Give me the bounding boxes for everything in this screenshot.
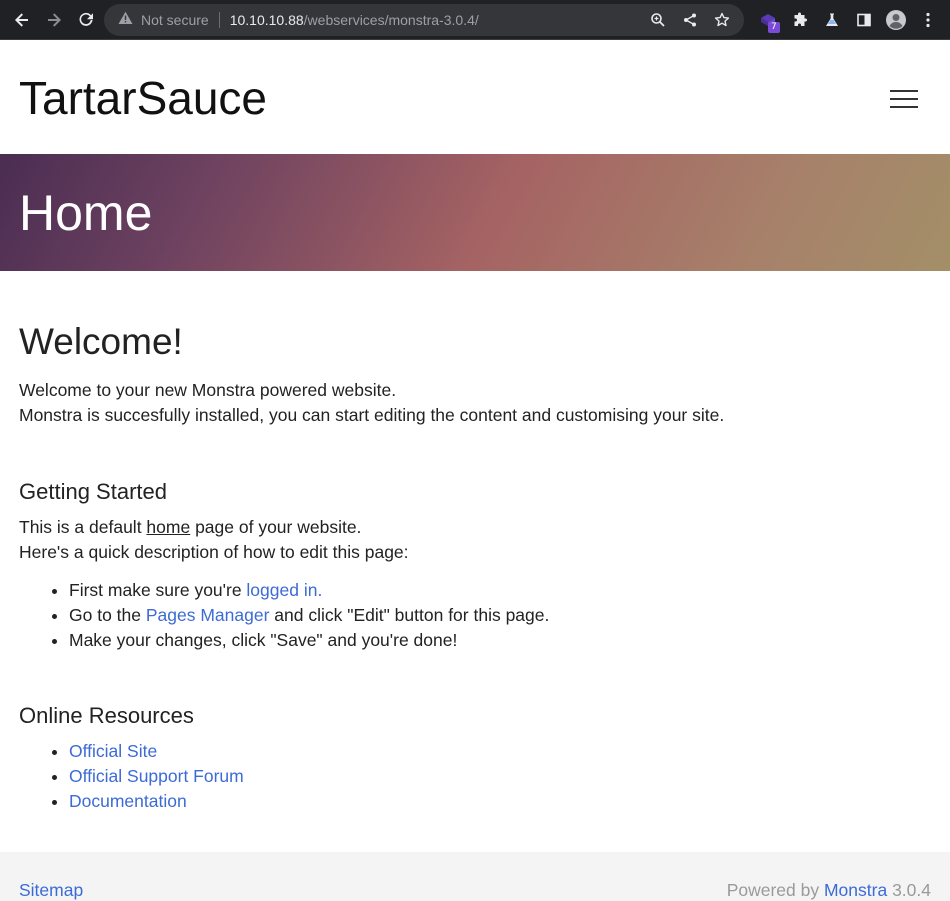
security-label[interactable]: Not secure — [141, 12, 209, 28]
nav-buttons — [6, 4, 102, 36]
steps-list: First make sure you're logged in. Go to … — [19, 578, 931, 653]
site-header: TartarSauce — [0, 40, 950, 154]
step3-text: Make your changes, click "Save" and you'… — [69, 630, 458, 650]
list-item: Official Site — [19, 739, 931, 764]
monstra-link[interactable]: Monstra — [824, 880, 887, 900]
logged-in-link[interactable]: logged in. — [246, 580, 322, 600]
documentation-link[interactable]: Documentation — [69, 791, 187, 811]
online-resources-heading: Online Resources — [19, 703, 194, 728]
hero-title: Home — [19, 185, 153, 241]
getting-started-heading: Getting Started — [19, 479, 167, 504]
extension-icon[interactable]: 7 — [752, 4, 784, 36]
hamburger-line — [890, 90, 918, 92]
default-suffix: page of your website. — [190, 517, 362, 537]
welcome-line-2: Monstra is succesfully installed, you ca… — [19, 405, 725, 425]
site-brand[interactable]: TartarSauce — [19, 72, 267, 124]
site-footer: Sitemap Powered by Monstra 3.0.4 — [0, 852, 950, 901]
reload-icon[interactable] — [70, 4, 102, 36]
url-text[interactable]: 10.10.10.88/webservices/monstra-3.0.4/ — [230, 12, 479, 28]
welcome-line-1: Welcome to your new Monstra powered webs… — [19, 380, 397, 400]
step1-text: First make sure you're — [69, 580, 247, 600]
omnibox-divider — [218, 12, 220, 28]
back-icon[interactable] — [6, 4, 38, 36]
quick-description: Here's a quick description of how to edi… — [19, 542, 409, 562]
step2-prefix: Go to the — [69, 605, 146, 625]
hero-banner: Home — [0, 154, 950, 271]
list-item: Official Support Forum — [19, 764, 931, 789]
hamburger-line — [890, 106, 918, 108]
sidepanel-icon[interactable] — [848, 4, 880, 36]
warning-icon[interactable] — [118, 11, 133, 30]
share-icon[interactable] — [674, 4, 706, 36]
default-page-text: This is a default home page of your webs… — [19, 515, 931, 540]
step2-suffix: and click "Edit" button for this page. — [269, 605, 550, 625]
url-host: 10.10.10.88 — [229, 12, 304, 28]
powered-version: 3.0.4 — [887, 880, 931, 900]
extension-badge: 7 — [768, 22, 780, 33]
hamburger-line — [890, 98, 918, 100]
puzzle-icon[interactable] — [784, 4, 816, 36]
zoom-icon[interactable] — [642, 4, 674, 36]
sitemap-link[interactable]: Sitemap — [19, 879, 83, 901]
hamburger-menu-icon[interactable] — [886, 86, 922, 112]
main-content: Welcome! Welcome to your new Monstra pow… — [19, 320, 931, 814]
list-item: Documentation — [19, 789, 931, 814]
welcome-heading: Welcome! — [19, 321, 183, 362]
extensions-area: 7 — [752, 4, 944, 36]
profile-icon[interactable] — [880, 4, 912, 36]
pages-manager-link[interactable]: Pages Manager — [146, 605, 270, 625]
omnibox-actions — [642, 4, 738, 36]
list-item: First make sure you're logged in. — [19, 578, 931, 603]
powered-prefix: Powered by — [726, 880, 824, 900]
official-support-forum-link[interactable]: Official Support Forum — [69, 766, 244, 786]
list-item: Make your changes, click "Save" and you'… — [19, 628, 931, 653]
default-prefix: This is a default — [19, 517, 147, 537]
star-icon[interactable] — [706, 4, 738, 36]
address-bar[interactable]: Not secure 10.10.10.88/webservices/monst… — [104, 4, 744, 36]
forward-icon[interactable] — [38, 4, 70, 36]
lab-icon[interactable] — [816, 4, 848, 36]
url-path: /webservices/monstra-3.0.4/ — [303, 12, 479, 28]
powered-by: Powered by Monstra 3.0.4 — [727, 879, 931, 901]
official-site-link[interactable]: Official Site — [69, 741, 157, 761]
home-underlined: home — [146, 517, 191, 537]
browser-toolbar: Not secure 10.10.10.88/webservices/monst… — [0, 0, 950, 40]
resources-list: Official Site Official Support Forum Doc… — [19, 739, 931, 814]
kebab-menu-icon[interactable] — [912, 4, 944, 36]
list-item: Go to the Pages Manager and click "Edit"… — [19, 603, 931, 628]
